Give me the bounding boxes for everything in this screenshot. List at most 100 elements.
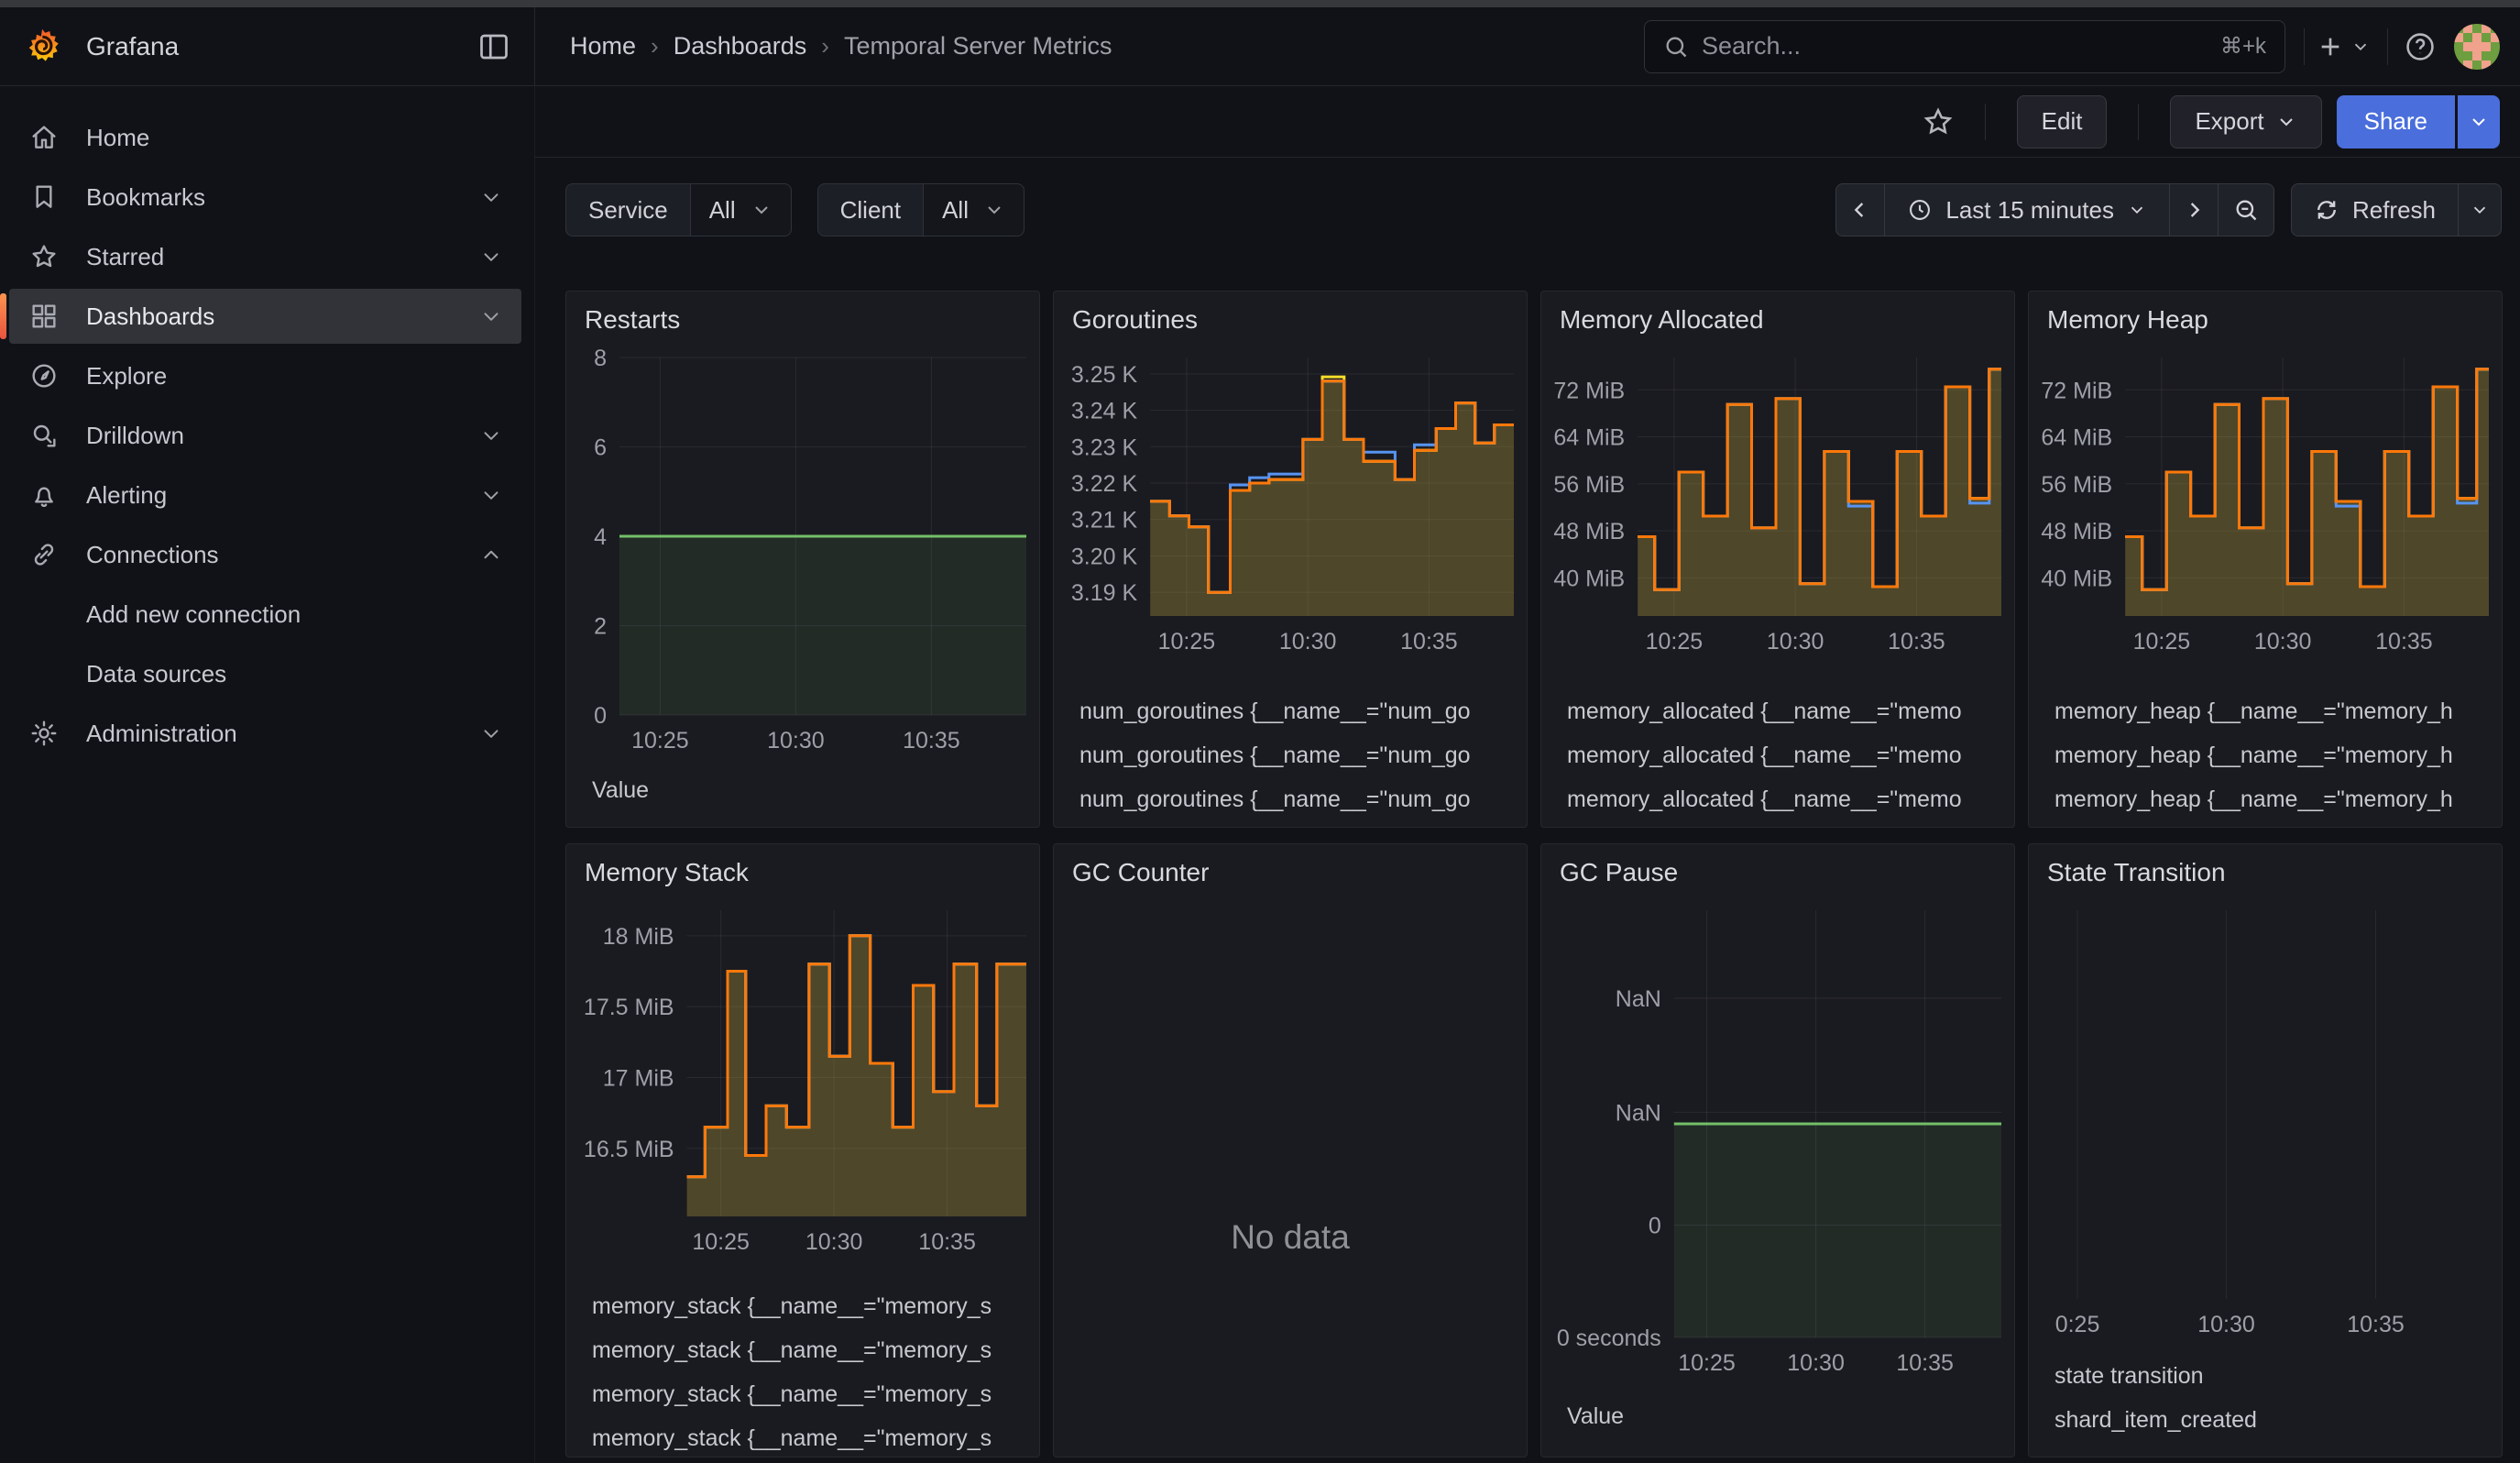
star-icon <box>29 242 59 271</box>
panel-title[interactable]: Goroutines <box>1054 292 1527 339</box>
legend-label[interactable]: memory_stack {__name__="memory_s <box>592 1337 992 1364</box>
legend-item[interactable]: memory_stack {__name__="memory_s <box>592 1372 1039 1416</box>
sidebar-item-alerting[interactable]: Alerting <box>9 468 521 522</box>
axis-tick-label: 10:35 <box>2347 1312 2405 1337</box>
legend-item[interactable]: memory_allocated {__name__="memo <box>1567 689 2014 733</box>
time-shift-forward-button[interactable] <box>2169 183 2219 236</box>
panel-title[interactable]: Memory Allocated <box>1541 292 2014 339</box>
sidebar-toggle-icon[interactable] <box>477 30 510 63</box>
legend-item[interactable]: memory_stack {__name__="memory_s <box>592 1416 1039 1458</box>
service-filter-value[interactable]: All <box>690 183 792 236</box>
breadcrumb-home[interactable]: Home <box>570 32 636 60</box>
favorite-star-icon[interactable] <box>1923 106 1954 138</box>
help-icon[interactable] <box>2405 31 2436 62</box>
chevron-down-icon[interactable] <box>479 721 503 745</box>
window-edge <box>0 0 2520 7</box>
panel-title[interactable]: Memory Heap <box>2029 292 2502 339</box>
legend-label[interactable]: memory_allocated {__name__="memo <box>1567 786 1962 813</box>
sidebar-item-label: Data sources <box>86 660 514 688</box>
axis-tick-label: 72 MiB <box>1553 378 1625 403</box>
legend-label[interactable]: num_goroutines {__name__="num_go <box>1079 698 1471 725</box>
sidebar-item-drilldown[interactable]: Drilldown <box>9 408 521 463</box>
breadcrumb-separator-icon: › <box>806 32 844 60</box>
legend-item[interactable]: memory_allocated {__name__="memo <box>1567 733 2014 777</box>
breadcrumb-dashboards[interactable]: Dashboards <box>674 32 807 60</box>
chevron-down-icon[interactable] <box>479 304 503 328</box>
edit-button[interactable]: Edit <box>2017 95 2108 148</box>
sidebar-item-dashboards[interactable]: Dashboards <box>9 289 521 344</box>
legend-label[interactable]: num_goroutines {__name__="num_go <box>1079 786 1471 813</box>
panel-title[interactable]: State Transition <box>2029 844 2502 892</box>
legend-label[interactable]: shard_item_created <box>2054 1407 2257 1434</box>
legend-item[interactable]: num_goroutines {__name__="num_go <box>1079 821 1527 828</box>
chevron-down-icon[interactable] <box>479 483 503 507</box>
panel-title[interactable]: Memory Stack <box>566 844 1039 892</box>
legend-item[interactable]: memory_stack {__name__="memory_s <box>592 1284 1039 1328</box>
legend-label[interactable]: memory_heap {__name__="memory_h <box>2054 786 2453 813</box>
zoom-out-button[interactable] <box>2218 183 2274 236</box>
axis-tick-label: 40 MiB <box>2041 566 2112 591</box>
legend-item[interactable]: Value <box>1567 1394 2014 1438</box>
legend-item[interactable]: Value <box>592 768 1039 812</box>
legend-label[interactable]: state transition <box>2054 1363 2204 1390</box>
share-menu-button[interactable] <box>2458 95 2500 148</box>
add-button[interactable] <box>2316 32 2371 61</box>
export-button[interactable]: Export <box>2170 95 2321 148</box>
legend-label[interactable]: memory_stack {__name__="memory_s <box>592 1381 992 1408</box>
legend-item[interactable]: memory_heap {__name__="memory_h <box>2054 733 2502 777</box>
legend-item[interactable]: memory_heap {__name__="memory_h <box>2054 821 2502 828</box>
chart-memory-allocated[interactable]: 10:2510:3010:3572 MiB64 MiB56 MiB48 MiB4… <box>1541 339 2014 658</box>
sidebar-item-bookmarks[interactable]: Bookmarks <box>9 170 521 225</box>
refresh-button[interactable]: Refresh <box>2291 183 2459 236</box>
sidebar-item-home[interactable]: Home <box>9 110 521 165</box>
divider <box>2138 104 2139 140</box>
share-button[interactable]: Share <box>2337 95 2455 148</box>
chart-memory-heap[interactable]: 10:2510:3010:3572 MiB64 MiB56 MiB48 MiB4… <box>2029 339 2502 658</box>
sidebar-item-data-sources[interactable]: Data sources <box>9 646 521 701</box>
legend-item[interactable]: shard_item_created <box>2054 1398 2502 1442</box>
chart-goroutines[interactable]: 10:2510:3010:353.25 K3.24 K3.23 K3.22 K3… <box>1054 339 1527 658</box>
sidebar-item-administration[interactable]: Administration <box>9 706 521 761</box>
chart-state-transition[interactable]: 0:2510:3010:35 <box>2029 892 2502 1341</box>
legend-label[interactable]: Value <box>1567 1403 1624 1430</box>
chevron-down-icon[interactable] <box>479 424 503 447</box>
chart-restarts[interactable]: 10:2510:3010:3586420 <box>566 339 1039 757</box>
sidebar-item-add-new-connection[interactable]: Add new connection <box>9 587 521 642</box>
client-filter-value[interactable]: All <box>923 183 1024 236</box>
legend-item[interactable]: num_goroutines {__name__="num_go <box>1079 733 1527 777</box>
legend-item[interactable]: state transition <box>2054 1354 2502 1398</box>
legend-item[interactable]: memory_allocated {__name__="memo <box>1567 777 2014 821</box>
legend-item[interactable]: num_goroutines {__name__="num_go <box>1079 689 1527 733</box>
legend-label[interactable]: memory_stack {__name__="memory_s <box>592 1293 992 1320</box>
legend-label[interactable]: memory_allocated {__name__="memo <box>1567 742 1962 769</box>
legend-item[interactable]: memory_stack {__name__="memory_s <box>592 1328 1039 1372</box>
panel-title[interactable]: GC Pause <box>1541 844 2014 892</box>
legend-label[interactable]: memory_heap {__name__="memory_h <box>2054 698 2453 725</box>
refresh-interval-button[interactable] <box>2458 183 2502 236</box>
chart-memory-stack[interactable]: 10:2510:3010:3518 MiB17.5 MiB17 MiB16.5 … <box>566 892 1039 1259</box>
legend-item[interactable]: memory_allocated {__name__="memo <box>1567 821 2014 828</box>
sidebar-item-explore[interactable]: Explore <box>9 348 521 403</box>
legend-label[interactable]: memory_stack {__name__="memory_s <box>592 1425 992 1452</box>
chevron-down-icon[interactable] <box>479 245 503 269</box>
legend-item[interactable]: memory_heap {__name__="memory_h <box>2054 689 2502 733</box>
axis-tick-label: 40 MiB <box>1553 566 1625 591</box>
legend-label[interactable]: Value <box>592 777 649 804</box>
search-box[interactable]: ⌘+k <box>1644 20 2285 73</box>
time-shift-back-button[interactable] <box>1835 183 1885 236</box>
avatar[interactable] <box>2454 24 2500 70</box>
legend-label[interactable]: memory_allocated {__name__="memo <box>1567 698 1962 725</box>
legend-label[interactable]: memory_heap {__name__="memory_h <box>2054 742 2453 769</box>
sidebar-item-starred[interactable]: Starred <box>9 229 521 284</box>
time-range-picker[interactable]: Last 15 minutes <box>1884 183 2170 236</box>
panel-title[interactable]: Restarts <box>566 292 1039 339</box>
legend-label[interactable]: num_goroutines {__name__="num_go <box>1079 742 1471 769</box>
chevron-up-icon[interactable] <box>479 543 503 566</box>
sidebar-item-connections[interactable]: Connections <box>9 527 521 582</box>
chart-gc-pause[interactable]: 10:2510:3010:35NaNNaN00 seconds <box>1541 892 2014 1380</box>
panel-title[interactable]: GC Counter <box>1054 844 1527 892</box>
legend-item[interactable]: memory_heap {__name__="memory_h <box>2054 777 2502 821</box>
search-input[interactable] <box>1702 32 2220 60</box>
chevron-down-icon[interactable] <box>479 185 503 209</box>
legend-item[interactable]: num_goroutines {__name__="num_go <box>1079 777 1527 821</box>
